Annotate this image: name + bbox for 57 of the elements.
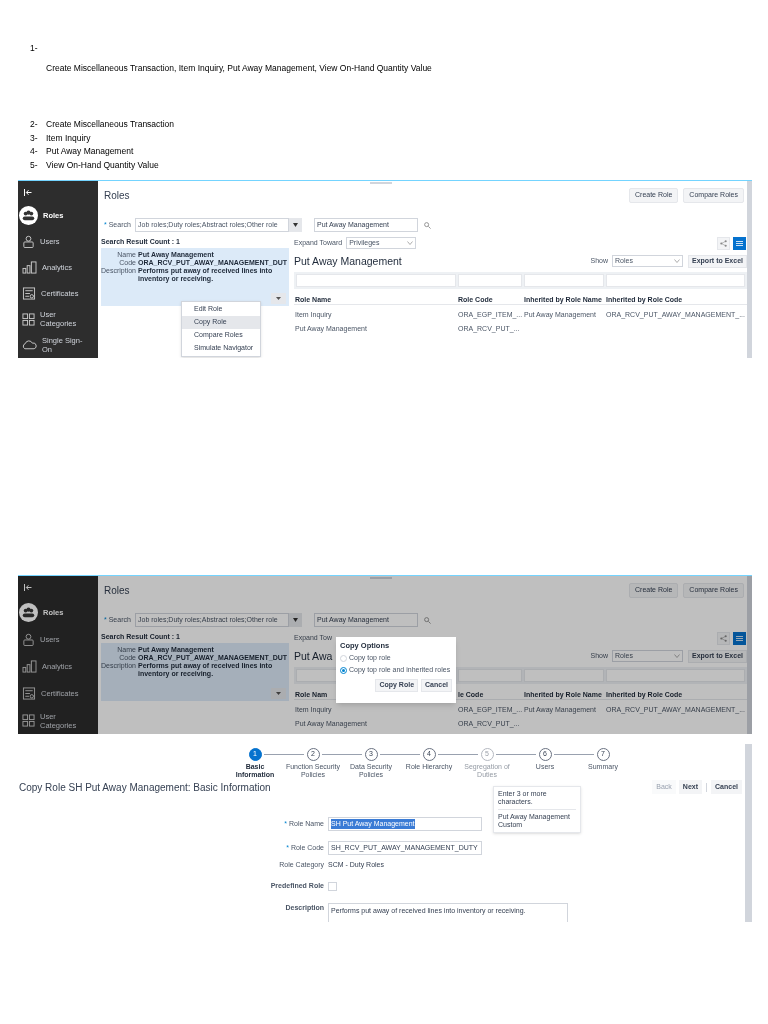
user-icon bbox=[22, 235, 35, 249]
filter-field[interactable] bbox=[524, 274, 604, 287]
grid-icon bbox=[22, 714, 35, 727]
item-text: Item Inquiry bbox=[46, 132, 91, 143]
chart-icon bbox=[22, 261, 37, 275]
item-text: Put Away Management bbox=[46, 146, 134, 157]
caret-icon bbox=[674, 259, 681, 263]
item-number: 5- bbox=[30, 159, 39, 170]
triangle-down-icon bbox=[276, 297, 281, 300]
checkbox[interactable] bbox=[328, 881, 337, 891]
section-heading: Put Awa bbox=[294, 649, 333, 663]
page-title: Roles bbox=[104, 188, 130, 203]
page-title: Roles bbox=[104, 583, 130, 598]
resize-handle[interactable] bbox=[370, 577, 392, 579]
document-icon bbox=[22, 286, 36, 300]
scrollbar[interactable] bbox=[745, 744, 752, 922]
dropdown-button[interactable] bbox=[289, 613, 302, 627]
section-heading: Put Away Management bbox=[294, 254, 402, 268]
item-text: Create Miscellaneous Transaction, Item Inquiry, Put Away Management, View On-Hand Quantity Value bbox=[46, 63, 432, 73]
list-view-button[interactable] bbox=[733, 631, 746, 645]
item-number: 2- bbox=[30, 118, 39, 129]
chart-icon bbox=[22, 660, 37, 673]
share-icon bbox=[720, 634, 727, 642]
filter-field[interactable] bbox=[458, 274, 522, 287]
caret-icon bbox=[674, 654, 681, 658]
list-icon bbox=[736, 240, 743, 246]
filter-field[interactable] bbox=[296, 274, 457, 287]
item-text: View On-Hand Quantity Value bbox=[46, 159, 159, 170]
triangle-down-icon bbox=[293, 618, 298, 622]
collapse-icon[interactable] bbox=[24, 188, 32, 196]
user-icon bbox=[22, 633, 35, 646]
document-icon bbox=[22, 687, 36, 700]
share-icon bbox=[720, 239, 727, 247]
list-view-button[interactable] bbox=[733, 236, 746, 250]
triangle-down-icon bbox=[276, 692, 281, 695]
item-number: 3- bbox=[30, 132, 39, 143]
grid-icon bbox=[22, 312, 35, 326]
item-number: 1- bbox=[30, 43, 38, 53]
page-title: Copy Role SH Put Away Management: Basic Information bbox=[19, 780, 271, 795]
item-number: 4- bbox=[30, 146, 39, 157]
actions-button[interactable] bbox=[271, 293, 286, 304]
actions-button[interactable] bbox=[271, 688, 286, 699]
list-icon bbox=[736, 635, 743, 641]
search-icon[interactable] bbox=[424, 616, 431, 624]
item-text: Create Miscellaneous Transaction bbox=[46, 118, 175, 129]
search-icon[interactable] bbox=[424, 221, 431, 229]
dropdown-button[interactable] bbox=[289, 218, 302, 232]
share-button[interactable] bbox=[717, 236, 730, 250]
scrollbar[interactable] bbox=[747, 576, 752, 734]
resize-handle[interactable] bbox=[370, 182, 392, 184]
triangle-down-icon bbox=[293, 223, 298, 227]
caret-icon bbox=[407, 241, 414, 245]
share-button[interactable] bbox=[717, 631, 730, 645]
scrollbar[interactable] bbox=[747, 181, 752, 358]
cloud-icon bbox=[22, 340, 37, 351]
filter-field[interactable] bbox=[605, 274, 745, 287]
collapse-icon[interactable] bbox=[24, 584, 32, 591]
